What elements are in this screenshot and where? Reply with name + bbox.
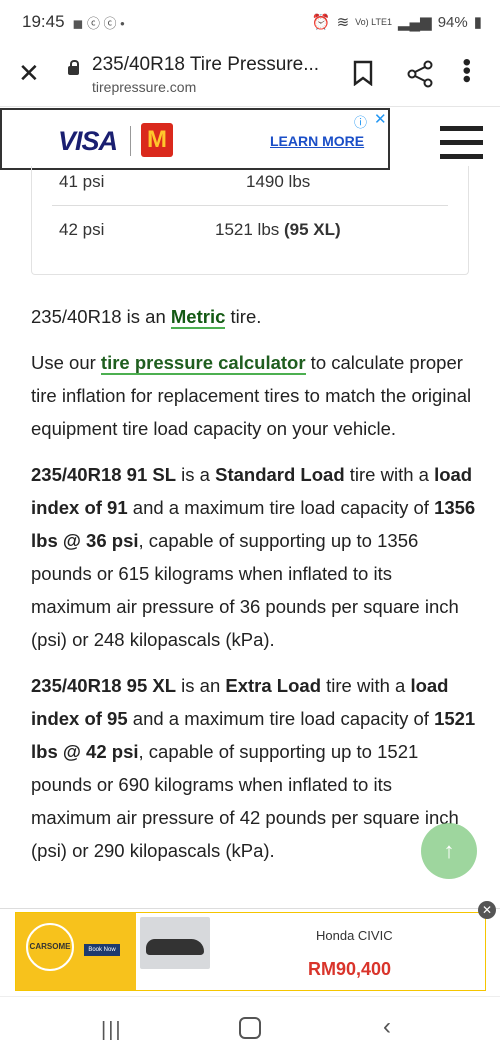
android-nav-bar: ||| ‹ — [0, 996, 500, 1057]
table-cell-load: 1521 lbs (95 XL) — [215, 220, 341, 240]
bottom-ad-banner[interactable]: CARSOME Book Now Honda CIVIC RM90,400 ✕ — [0, 901, 500, 995]
visa-logo: VISA — [58, 126, 118, 156]
load-type: Standard Load — [215, 464, 345, 485]
network-label: Vo) LTE1 — [355, 17, 392, 27]
text: is a — [176, 464, 216, 485]
metric-link[interactable]: Metric — [170, 306, 226, 329]
hamburger-menu-icon[interactable] — [440, 126, 483, 168]
signal-icon: ▂▄▆ — [398, 14, 432, 31]
arrow-up-icon: ↑ — [443, 838, 455, 863]
car-price: RM90,400 — [308, 959, 392, 979]
load-tag: (95 XL) — [284, 220, 341, 239]
page-title: 235/40R18 Tire Pressure... — [92, 54, 320, 75]
status-bar: 19:45 ◼ ⓒ ⓒ • ⏰ ≋ Vo) LTE1 ▂▄▆ 94% ▮ — [0, 0, 500, 44]
text: tire with a — [344, 464, 435, 485]
car-model: Honda CIVIC — [316, 928, 393, 943]
ad-container[interactable]: CARSOME Book Now Honda CIVIC RM90,400 — [15, 912, 486, 991]
text: Use our — [31, 352, 101, 373]
tire-size-xl: 235/40R18 95 XL — [31, 675, 177, 696]
paragraph-standard-load: 235/40R18 91 SL is a Standard Load tire … — [31, 458, 476, 656]
load-value: 1521 lbs — [215, 220, 280, 239]
learn-more-link[interactable]: LEARN MORE — [270, 133, 364, 149]
table-cell-psi: 42 psi — [59, 220, 105, 239]
table-cell-load: 1490 lbs — [246, 172, 311, 191]
text: tire. — [225, 306, 262, 327]
recent-apps-icon[interactable]: ||| — [101, 1019, 123, 1042]
share-icon[interactable] — [406, 60, 434, 88]
page-url[interactable]: tirepressure.com — [92, 79, 196, 95]
browser-toolbar: ✕ 235/40R18 Tire Pressure... tirepressur… — [0, 44, 500, 107]
bookmark-icon[interactable] — [352, 60, 374, 86]
ad-close-icon[interactable]: ✕ — [478, 901, 496, 919]
table-cell-psi: 41 psi — [59, 172, 105, 191]
home-icon[interactable] — [239, 1017, 261, 1039]
article-body: 235/40R18 is an Metric tire. Use our tir… — [31, 300, 476, 880]
notification-icons: ◼ ⓒ ⓒ • — [72, 15, 125, 31]
text: and a maximum tire load capacity of — [127, 708, 435, 729]
ad-divider — [130, 126, 131, 156]
car-image — [140, 917, 210, 969]
paragraph-calculator: Use our tire pressure calculator to calc… — [31, 346, 476, 445]
pressure-table: 41 psi 1490 lbs 42 psi 1521 lbs (95 XL) — [31, 166, 469, 275]
paragraph-metric: 235/40R18 is an Metric tire. — [31, 300, 476, 333]
text: and a maximum tire load capacity of — [127, 497, 435, 518]
scroll-to-top-button[interactable]: ↑ — [421, 823, 477, 879]
close-icon[interactable]: ✕ — [18, 58, 40, 89]
text: 235/40R18 is an — [31, 306, 171, 327]
back-icon[interactable]: ‹ — [383, 1013, 391, 1041]
lock-icon — [68, 60, 79, 75]
ad-close-icon[interactable]: ✕ — [374, 110, 387, 128]
text: tire with a — [321, 675, 411, 696]
status-right: ⏰ ≋ Vo) LTE1 ▂▄▆ 94% ▮ — [311, 13, 482, 32]
ad-info-icon[interactable]: ⓘ — [354, 112, 367, 131]
paragraph-extra-load: 235/40R18 95 XL is an Extra Load tire wi… — [31, 669, 476, 867]
carsome-logo: CARSOME — [26, 923, 74, 971]
status-time: 19:45 — [22, 12, 65, 31]
tire-size-sl: 235/40R18 91 SL — [31, 464, 177, 485]
book-now-button[interactable]: Book Now — [84, 944, 120, 956]
load-type: Extra Load — [225, 675, 321, 696]
battery-icon: ▮ — [473, 14, 482, 31]
battery-label: 94% — [437, 13, 468, 31]
ad-brand-panel: CARSOME Book Now — [16, 913, 136, 990]
top-ad-banner[interactable]: VISA M LEARN MORE ⓘ ✕ — [0, 108, 390, 170]
wifi-icon: ≋ — [336, 14, 350, 31]
table-divider — [52, 205, 448, 206]
mcdonalds-logo: M — [141, 123, 173, 157]
alarm-icon: ⏰ — [311, 14, 331, 31]
text: is an — [176, 675, 226, 696]
calculator-link[interactable]: tire pressure calculator — [100, 352, 306, 375]
more-options-icon[interactable]: ••• — [453, 58, 480, 83]
